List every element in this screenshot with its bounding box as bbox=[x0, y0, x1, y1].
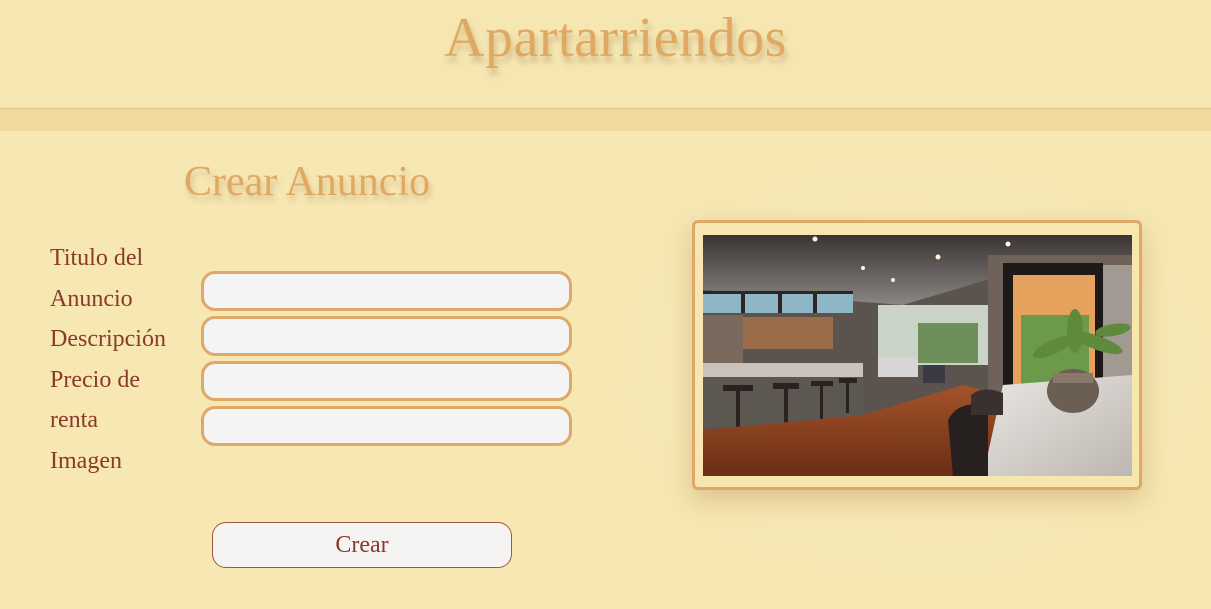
form-labels: Titulo del Anuncio Descripción Precio de… bbox=[50, 238, 190, 481]
apartment-photo bbox=[703, 235, 1132, 476]
label-descripcion: Descripción bbox=[50, 326, 166, 352]
image-preview-frame bbox=[692, 220, 1142, 490]
descripcion-input[interactable] bbox=[201, 316, 572, 356]
label-precio-line1: Precio de bbox=[50, 366, 140, 393]
label-imagen: Imagen bbox=[50, 447, 122, 474]
form-title: Crear Anuncio bbox=[184, 159, 431, 205]
create-button[interactable]: Crear bbox=[212, 522, 512, 568]
site-title: Apartarriendos bbox=[444, 7, 787, 69]
label-titulo-line1: Titulo del bbox=[50, 245, 144, 271]
titulo-input[interactable] bbox=[201, 271, 572, 311]
label-precio-line2: renta bbox=[50, 407, 98, 433]
imagen-input[interactable] bbox=[201, 406, 572, 446]
site-header: Apartarriendos bbox=[0, 0, 1211, 109]
label-titulo-line2: Anuncio bbox=[50, 285, 133, 312]
precio-input[interactable] bbox=[201, 361, 572, 401]
header-divider-band bbox=[0, 109, 1211, 131]
